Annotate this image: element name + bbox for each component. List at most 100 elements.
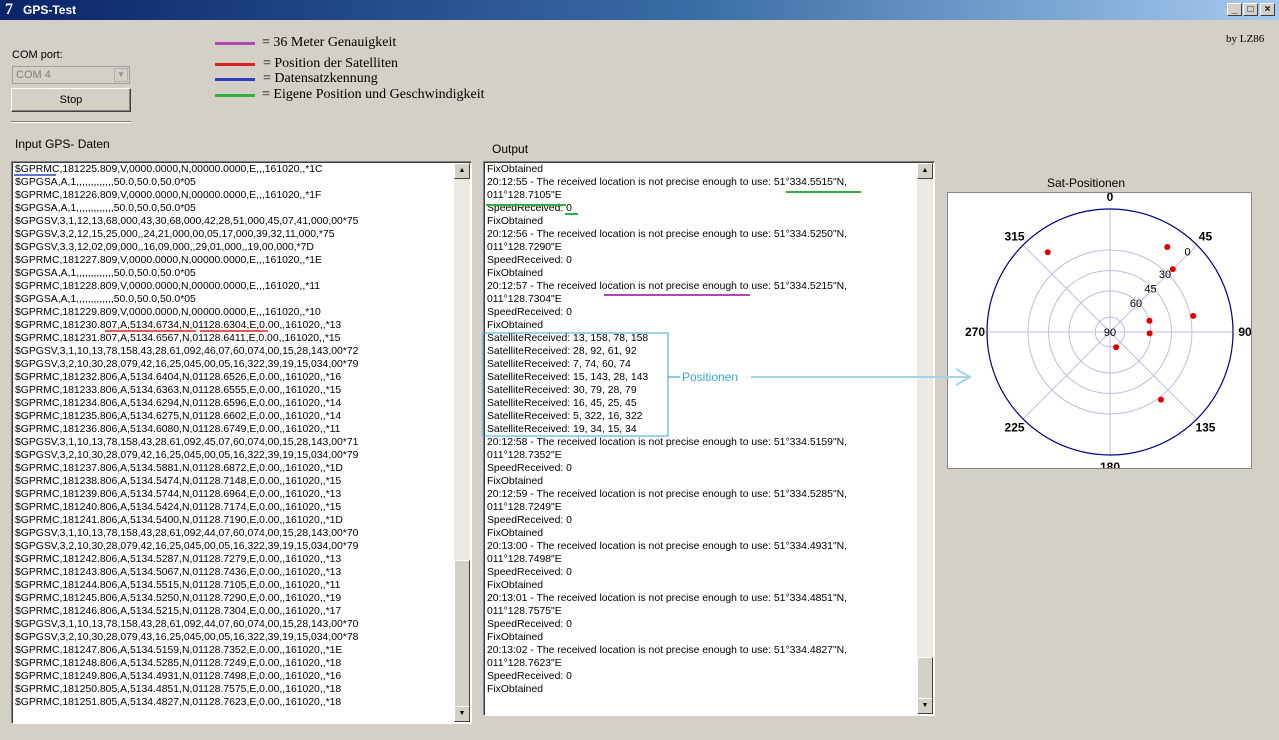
text-line: $GPRMC,181226.809,V,0000.0000,N,00000.00…	[15, 190, 322, 201]
text-line: $GPGSV,3,2,10,30,28,079,42,16,25,045,00,…	[15, 450, 359, 461]
text-line: SatelliteReceived: 16, 45, 25, 45	[487, 398, 637, 409]
text-line: 20:13:02 - The received location is not …	[487, 645, 848, 656]
legend-text: = Position der Satelliten	[263, 56, 399, 71]
text-line: $GPRMC,181247.806,A,5134.5159,N,01128.73…	[15, 645, 343, 656]
text-line: SpeedReceived: 0	[487, 255, 572, 266]
satellite-point	[1164, 244, 1171, 251]
text-line: $GPRMC,181233.806,A,5134.6363,N,01128.65…	[15, 385, 342, 396]
author-label: by LZ86	[1226, 33, 1265, 45]
text-line: $GPGSV,3,1,12,13,68,000,43,30,68,000,42,…	[15, 216, 359, 227]
elevation-label: 0	[1185, 246, 1191, 258]
satellite-point	[1044, 249, 1051, 256]
text-line: $GPRMC,181244.806,A,5134.5515,N,01128.71…	[15, 580, 341, 591]
legend-line-red	[215, 63, 255, 66]
text-line: SatelliteReceived: 13, 158, 78, 158	[487, 333, 649, 344]
text-line: $GPRMC,181235.806,A,5134.6275,N,01128.66…	[15, 411, 342, 422]
text-line: FixObtained	[487, 684, 544, 695]
text-line: 20:12:57 - The received location is not …	[487, 281, 848, 292]
text-line: 20:13:00 - The received location is not …	[487, 541, 848, 552]
scroll-thumb[interactable]	[454, 560, 470, 707]
text-line: $GPRMC,181229.809,V,0000.0000,N,00000.00…	[15, 307, 321, 318]
text-line: SatelliteReceived: 5, 322, 16, 322	[487, 411, 643, 422]
text-line: $GPRMC,181251.805,A,5134.4827,N,01128.76…	[15, 697, 342, 708]
text-line: FixObtained	[487, 320, 544, 331]
sat-positions-label: Sat-Positionen	[1046, 176, 1126, 190]
text-line: SatelliteReceived: 19, 34, 15, 34	[487, 424, 637, 435]
azimuth-label: 180	[1100, 460, 1120, 468]
azimuth-spoke	[1109, 331, 1198, 420]
satellite-point	[1169, 266, 1176, 273]
output-textarea[interactable]: FixObtained 20:12:55 - The received locat…	[483, 161, 935, 716]
output-scrollbar[interactable]: ▲ ▼	[917, 163, 933, 714]
text-line: FixObtained	[487, 164, 544, 175]
text-line: 20:12:59 - The received location is not …	[487, 489, 848, 500]
minimize-button[interactable]: _	[1227, 3, 1242, 16]
azimuth-spoke	[1022, 331, 1111, 420]
input-scrollbar[interactable]: ▲ ▼	[454, 163, 470, 722]
azimuth-label: 135	[1195, 420, 1215, 434]
text-line: $GPRMC,181230.807,A,5134.6734,N,01128.63…	[15, 320, 342, 331]
text-line: SpeedReceived: 0	[487, 619, 572, 630]
satellite-point	[1190, 312, 1197, 319]
text-line: $GPRMC,181248.806,A,5134.5285,N,01128.72…	[15, 658, 342, 669]
text-line: $GPRMC,181242.806,A,5134.5287,N,01128.72…	[15, 554, 342, 565]
text-line: $GPRMC,181241.806,A,5134.5400,N,01128.71…	[15, 515, 343, 526]
text-line: 011°128.7249"E	[487, 502, 562, 513]
legend-line-green	[215, 94, 255, 97]
sat-positions-panel: 0 45 90 135 180 225 270 315 0 30 45 60 90	[947, 190, 1252, 474]
text-line: 011°128.7498"E	[487, 554, 562, 565]
input-label: Input GPS- Daten	[15, 137, 110, 151]
text-line: $GPGSV,3,1,10,13,78,158,43,28,61,092,45,…	[15, 437, 359, 448]
title-bar[interactable]: 7 GPS-Test _ □ ×	[0, 0, 1279, 20]
text-line: $GPRMC,181228.809,V,0000.0000,N,00000.00…	[15, 281, 321, 292]
output-label: Output	[492, 142, 529, 156]
text-line: SpeedReceived: 0	[487, 307, 572, 318]
text-line: $GPRMC,181237.806,A,5134.5881,N,01128.68…	[15, 463, 343, 474]
text-line: $GPGSV,3,2,12,15,25,000,,24,21,000,00,05…	[15, 229, 335, 240]
elevation-label: 45	[1144, 284, 1156, 296]
input-textarea[interactable]: $GPRMC,181225.809,V,0000.0000,N,00000.00…	[11, 161, 472, 724]
chevron-down-icon[interactable]: ▼	[114, 68, 128, 82]
text-line: $GPGSA,A,1,,,,,,,,,,,,,50.0,50.0,50.0*05	[15, 294, 196, 305]
scroll-thumb[interactable]	[917, 657, 933, 699]
text-line: $GPGSV,3,2,10,30,28,079,43,16,25,045,00,…	[15, 632, 359, 643]
text-line: SpeedReceived: 0	[487, 567, 572, 578]
text-line: SatelliteReceived: 28, 92, 61, 92	[487, 346, 637, 357]
text-line: $GPRMC,181245.806,A,5134.5250,N,01128.72…	[15, 593, 342, 604]
text-line: SpeedReceived: 0	[487, 463, 572, 474]
text-line: $GPRMC,181238.806,A,5134.5474,N,01128.71…	[15, 476, 342, 487]
scroll-up-button[interactable]: ▲	[917, 163, 933, 179]
text-line: $GPRMC,181231.807,A,5134.6567,N,01128.64…	[15, 333, 341, 344]
text-line: 20:13:01 - The received location is not …	[487, 593, 848, 604]
text-line: $GPGSV,3,2,10,30,28,079,42,16,25,045,00,…	[15, 359, 359, 370]
text-line: FixObtained	[487, 528, 544, 539]
text-line: $GPGSV,3,2,10,30,28,079,42,16,25,045,00,…	[15, 541, 359, 552]
polar-chart: 04590135180225270315030456090	[965, 190, 1252, 474]
text-line: FixObtained	[487, 216, 544, 227]
text-line: FixObtained	[487, 632, 544, 643]
stop-button[interactable]: Stop	[11, 88, 131, 112]
text-line: FixObtained	[487, 476, 544, 487]
text-line: 011°128.7290"E	[487, 242, 562, 253]
scroll-up-button[interactable]: ▲	[454, 163, 470, 179]
azimuth-label: 90	[1238, 325, 1251, 339]
text-line: $GPGSV,3,1,10,13,78,158,43,28,61,092,44,…	[15, 528, 359, 539]
com-port-select[interactable]: COM 4 ▼	[12, 66, 130, 84]
text-line: 011°128.7105"E	[487, 190, 562, 201]
maximize-button[interactable]: □	[1243, 3, 1258, 16]
text-line: 011°128.7304"E	[487, 294, 562, 305]
text-line: FixObtained	[487, 268, 544, 279]
satellite-point	[1146, 330, 1153, 337]
positions-label: Positionen	[682, 370, 739, 384]
text-line: SpeedReceived: 0	[487, 671, 572, 682]
text-line: 011°128.7575"E	[487, 606, 562, 617]
text-line: 011°128.7623"E	[487, 658, 562, 669]
output-lines: FixObtained 20:12:55 - The received locat…	[487, 163, 916, 696]
scroll-down-button[interactable]: ▼	[454, 706, 470, 722]
scroll-down-button[interactable]: ▼	[917, 698, 933, 714]
text-line: $GPRMC,181234.806,A,5134.6294,N,01128.65…	[15, 398, 342, 409]
close-button[interactable]: ×	[1260, 3, 1275, 16]
text-line: $GPGSA,A,1,,,,,,,,,,,,,50.0,50.0,50.0*05	[15, 177, 196, 188]
azimuth-label: 225	[1005, 420, 1025, 434]
text-line: SpeedReceived: 0	[487, 515, 572, 526]
